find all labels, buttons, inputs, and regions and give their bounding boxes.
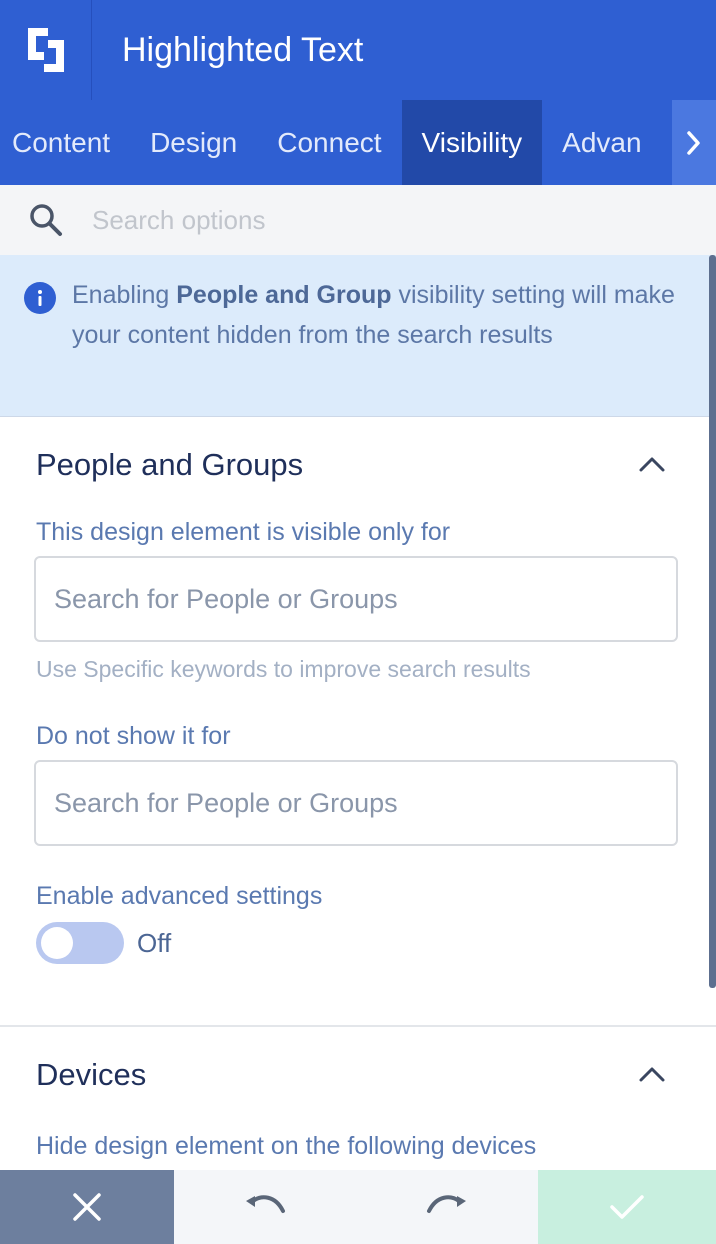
section-title-devices: Devices xyxy=(36,1057,147,1092)
scrollbar[interactable] xyxy=(709,255,716,988)
section-divider xyxy=(0,1025,716,1027)
tab-bar: Content Design Connect Visibility Advan xyxy=(0,100,716,185)
toggle-knob xyxy=(41,927,73,959)
builder-logo-icon[interactable] xyxy=(0,0,92,100)
tab-design[interactable]: Design xyxy=(130,100,257,185)
panel-header: Highlighted Text xyxy=(0,0,716,100)
tab-content[interactable]: Content xyxy=(0,100,130,185)
info-notice: Enabling People and Group visibility set… xyxy=(0,255,716,417)
close-icon xyxy=(73,1193,101,1221)
do-not-show-input[interactable] xyxy=(34,760,678,846)
info-icon xyxy=(24,282,56,319)
redo-icon xyxy=(427,1195,466,1213)
redo-button[interactable] xyxy=(356,1170,538,1244)
visible-only-label: This design element is visible only for xyxy=(36,518,451,546)
chevron-up-icon[interactable] xyxy=(638,455,666,478)
search-options-input[interactable] xyxy=(92,204,652,236)
search-icon xyxy=(0,202,92,238)
apply-button[interactable] xyxy=(538,1170,716,1244)
chevron-right-icon[interactable] xyxy=(672,100,716,185)
tab-advanced[interactable]: Advan xyxy=(542,100,661,185)
action-footer xyxy=(0,1170,716,1244)
undo-icon xyxy=(246,1195,285,1213)
do-not-show-label: Do not show it for xyxy=(36,722,231,750)
panel-title: Highlighted Text xyxy=(122,31,364,69)
advanced-settings-toggle[interactable] xyxy=(36,922,124,964)
close-button[interactable] xyxy=(0,1170,174,1244)
search-options-bar xyxy=(0,185,716,255)
undo-button[interactable] xyxy=(174,1170,356,1244)
toggle-state-label: Off xyxy=(137,928,172,958)
devices-label: Hide design element on the following dev… xyxy=(36,1132,537,1160)
section-title-people-groups: People and Groups xyxy=(36,447,304,482)
chevron-up-icon[interactable] xyxy=(638,1065,666,1088)
tab-visibility[interactable]: Visibility xyxy=(401,100,543,185)
advanced-settings-label: Enable advanced settings xyxy=(36,882,323,910)
visible-for-input[interactable] xyxy=(34,556,678,642)
info-message: Enabling People and Group visibility set… xyxy=(72,281,675,349)
checkmark-icon xyxy=(610,1195,644,1219)
search-hint: Use Specific keywords to improve search … xyxy=(36,656,531,682)
tab-connect[interactable]: Connect xyxy=(257,100,401,185)
